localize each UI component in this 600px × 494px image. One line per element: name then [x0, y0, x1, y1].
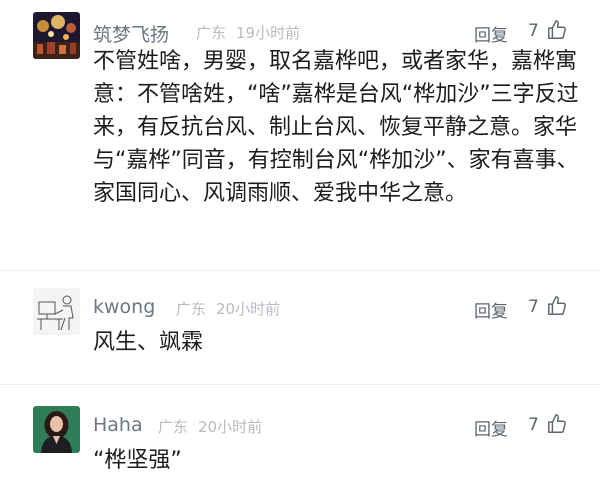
- reply-button[interactable]: 回复: [474, 415, 508, 440]
- divider: [0, 270, 600, 271]
- avatar[interactable]: [33, 406, 80, 453]
- comment-location: 广东: [176, 300, 207, 318]
- comment-item: kwong 广东 20小时前 回复 7 风生、飒霖: [0, 288, 600, 378]
- username[interactable]: Haha: [93, 414, 143, 436]
- username[interactable]: 筑梦飞扬: [93, 20, 169, 47]
- like-count: 7: [528, 415, 539, 435]
- thumbs-up-icon[interactable]: [546, 413, 568, 435]
- divider: [0, 384, 600, 385]
- comment-text: 不管姓啥，男婴，取名嘉桦吧，或者家华，嘉桦寓意：不管啥姓，“啥”嘉桦是台风“桦加…: [93, 49, 579, 206]
- comment-text: “桦坚强”: [93, 448, 182, 473]
- comment-item: 筑梦飞扬 广东 19小时前 回复 7 不管姓啥，男婴，取名嘉桦吧，或者家华，嘉桦…: [0, 12, 600, 262]
- username[interactable]: kwong: [93, 296, 155, 318]
- comment-item: Haha 广东 20小时前 回复 7 “桦坚强”: [0, 406, 600, 494]
- comment-location: 广东: [158, 418, 189, 436]
- reply-button[interactable]: 回复: [474, 21, 508, 46]
- like-count: 7: [528, 297, 539, 317]
- comment-text: 风生、飒霖: [93, 330, 204, 355]
- reply-button[interactable]: 回复: [474, 297, 508, 322]
- comment-location: 广东: [196, 24, 227, 42]
- comment-time: 20小时前: [216, 300, 281, 318]
- thumbs-up-icon[interactable]: [546, 295, 568, 317]
- comment-time: 19小时前: [236, 24, 301, 42]
- comment-time: 20小时前: [198, 418, 263, 436]
- avatar[interactable]: [33, 288, 80, 335]
- thumbs-up-icon[interactable]: [546, 19, 568, 41]
- like-count: 7: [528, 21, 539, 41]
- avatar[interactable]: [33, 12, 80, 59]
